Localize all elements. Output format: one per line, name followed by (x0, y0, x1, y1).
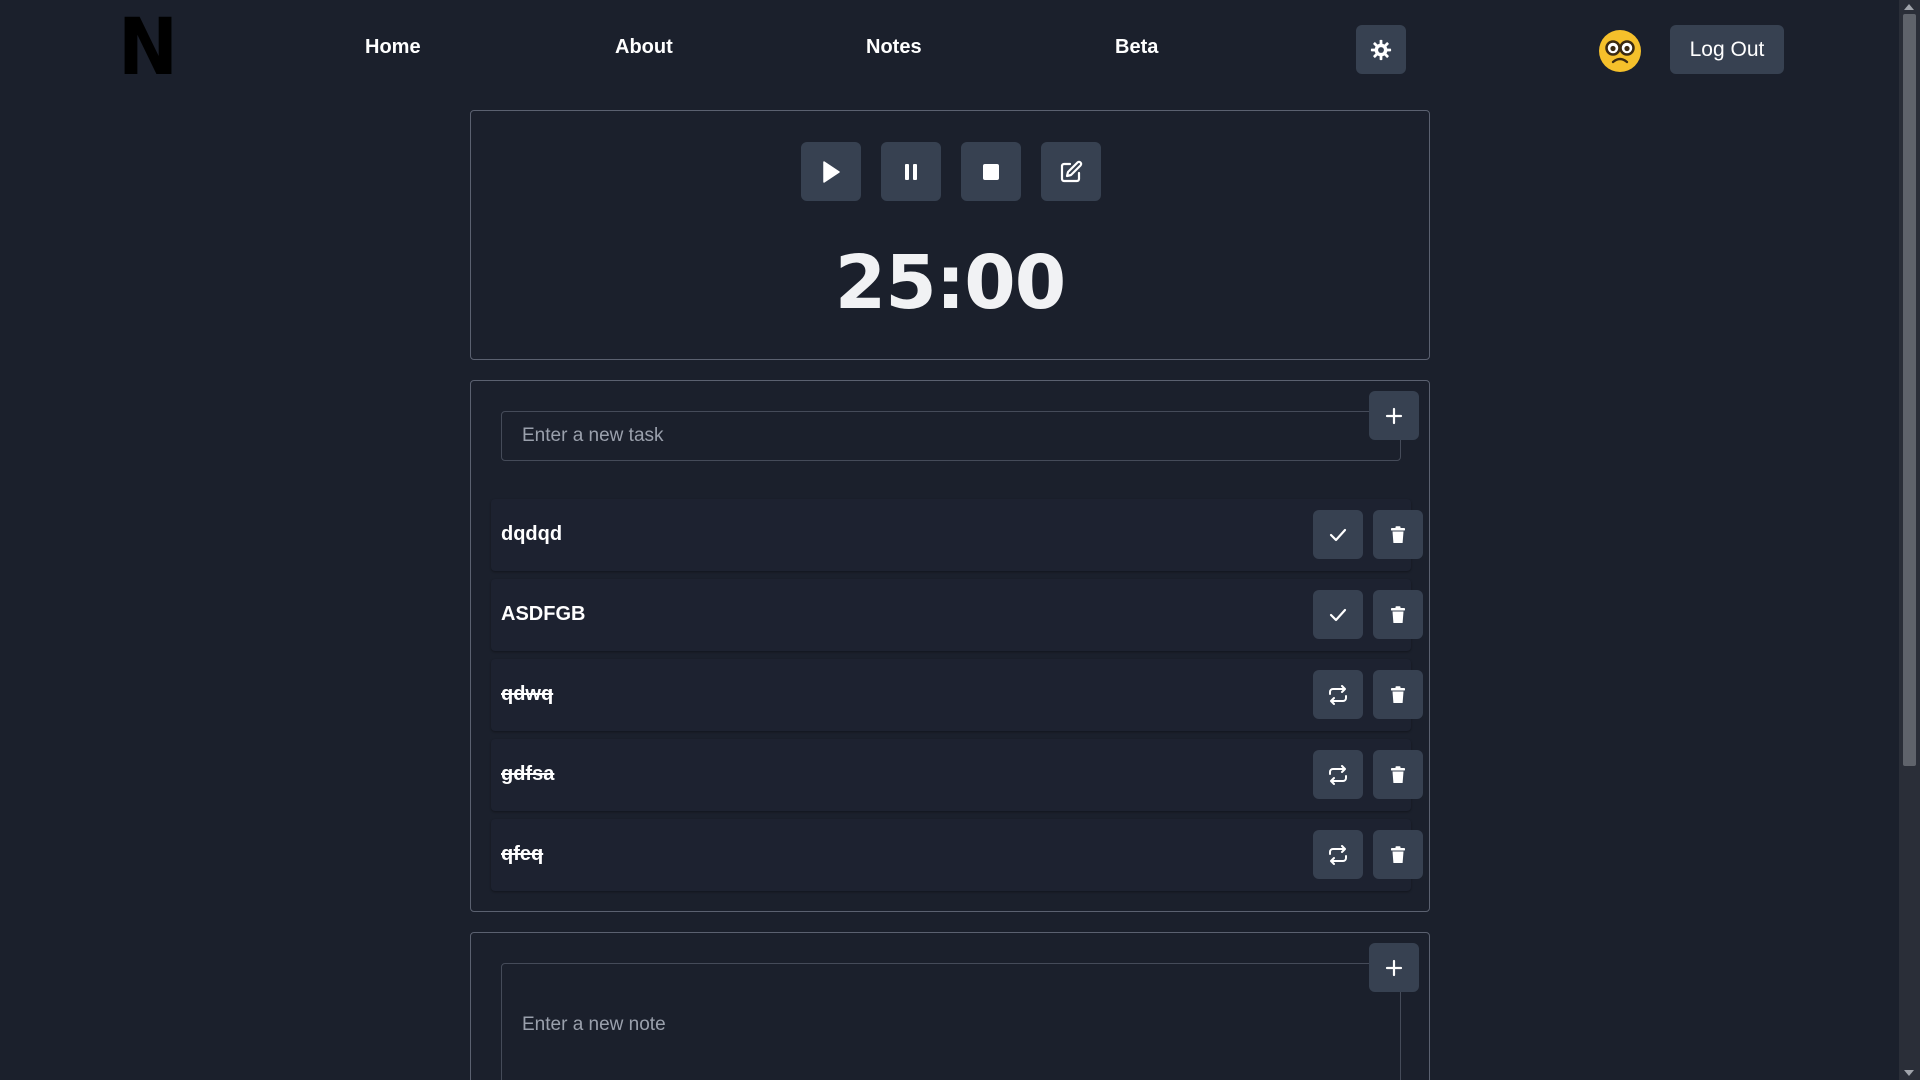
repeat-icon (1327, 684, 1349, 705)
task-text: dqdqd (501, 523, 563, 545)
scroll-thumb[interactable] (1903, 14, 1916, 766)
pause-button[interactable] (881, 142, 941, 201)
delete-task-button[interactable] (1373, 830, 1423, 879)
delete-task-button[interactable] (1373, 590, 1423, 639)
timer-card: 25:00 (470, 110, 1430, 360)
check-icon (1329, 528, 1347, 542)
plus-icon (1385, 407, 1403, 425)
task-item: ASDFGB (491, 579, 1423, 651)
tasks-card: dqdqd ASDFGB (470, 380, 1430, 912)
task-text: qfeq (501, 843, 544, 865)
task-input[interactable] (501, 411, 1401, 461)
avatar[interactable] (1599, 30, 1641, 72)
edit-timer-button[interactable] (1041, 142, 1101, 201)
nerd-face-emoji-icon (1599, 30, 1641, 72)
nav-beta-link[interactable]: Beta (1115, 36, 1158, 59)
complete-task-button[interactable] (1313, 510, 1363, 559)
restore-task-button[interactable] (1313, 830, 1363, 879)
play-button[interactable] (801, 142, 861, 201)
task-text: ASDFGB (501, 603, 586, 625)
nav-home-link[interactable]: Home (365, 36, 421, 59)
timer-display: 25:00 (834, 240, 1067, 326)
nav-about-link[interactable]: About (615, 36, 673, 59)
trash-icon (1390, 525, 1406, 544)
logout-button[interactable]: Log Out (1670, 25, 1784, 74)
task-item: qdwq (491, 659, 1423, 731)
add-task-button[interactable] (1369, 391, 1419, 440)
complete-task-button[interactable] (1313, 590, 1363, 639)
delete-task-button[interactable] (1373, 510, 1423, 559)
add-note-button[interactable] (1369, 943, 1419, 992)
stop-icon (982, 163, 1000, 181)
pause-icon (903, 163, 919, 181)
repeat-icon (1327, 844, 1349, 865)
delete-task-button[interactable] (1373, 750, 1423, 799)
task-text: gdfsa (501, 763, 555, 785)
theme-toggle-button[interactable] (1356, 25, 1406, 74)
scroll-up-arrow[interactable] (1904, 4, 1914, 10)
plus-icon (1385, 959, 1403, 977)
edit-icon (1059, 160, 1083, 184)
trash-icon (1390, 765, 1406, 784)
scroll-down-arrow[interactable] (1904, 1070, 1914, 1076)
notes-card (470, 932, 1430, 1080)
check-icon (1329, 608, 1347, 622)
task-item: gdfsa (491, 739, 1423, 811)
task-item: qfeq (491, 819, 1423, 891)
trash-icon (1390, 605, 1406, 624)
trash-icon (1390, 685, 1406, 704)
delete-task-button[interactable] (1373, 670, 1423, 719)
restore-task-button[interactable] (1313, 750, 1363, 799)
stop-button[interactable] (961, 142, 1021, 201)
nav-notes-link[interactable]: Notes (866, 36, 922, 59)
gear-icon (1370, 39, 1392, 61)
page-scrollbar[interactable] (1899, 0, 1920, 1080)
app-page: N Home About Notes Beta Log Out 25:00 En… (0, 0, 1920, 1080)
trash-icon (1390, 845, 1406, 864)
play-icon (821, 160, 841, 183)
logo[interactable]: N (118, 9, 178, 87)
task-item: dqdqd (491, 499, 1423, 571)
task-list: dqdqd ASDFGB qdwq gdfsa qfeq (491, 499, 1423, 899)
task-text: qdwq (501, 683, 554, 705)
repeat-icon (1327, 764, 1349, 785)
note-input[interactable] (501, 963, 1401, 1080)
restore-task-button[interactable] (1313, 670, 1363, 719)
